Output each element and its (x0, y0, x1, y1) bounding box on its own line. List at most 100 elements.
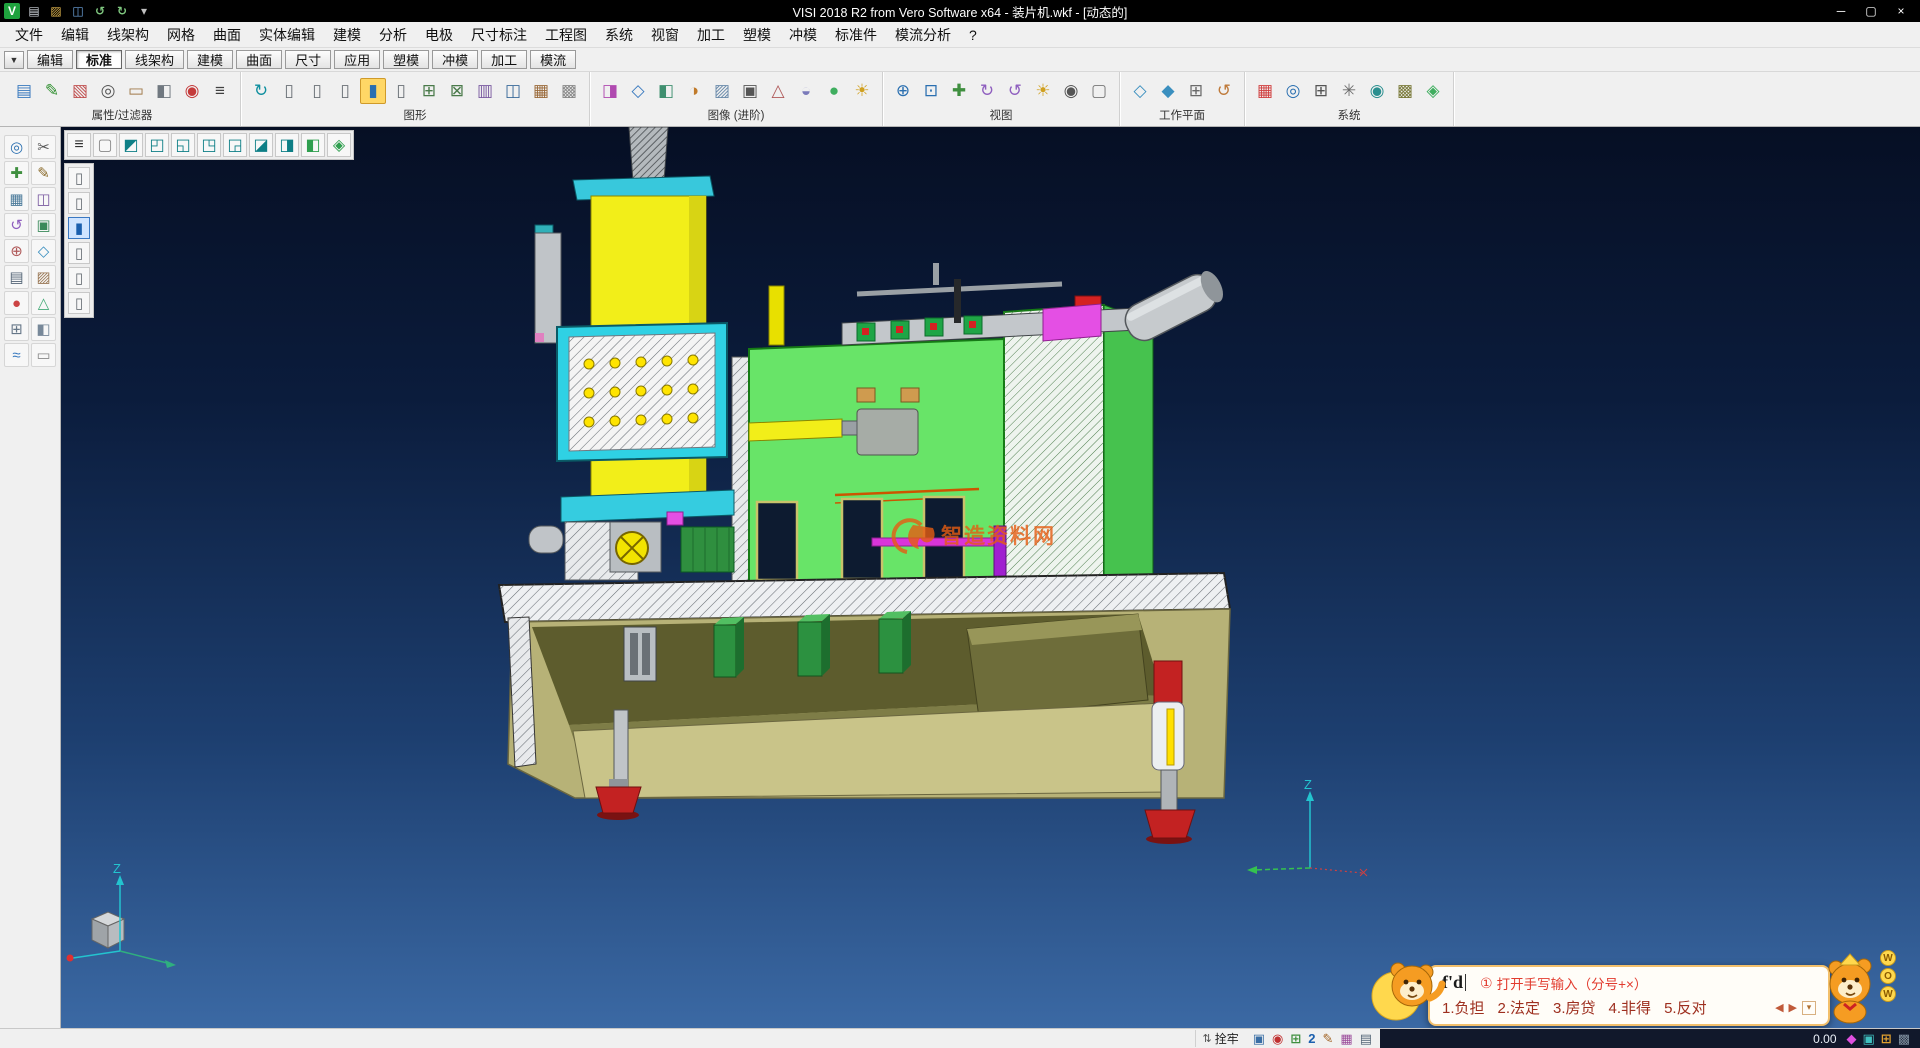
ime-candidate[interactable]: 5.反对 (1664, 997, 1707, 1018)
menu-item[interactable]: 视窗 (642, 22, 688, 48)
sidebar-add-icon[interactable]: ✚ (4, 161, 29, 185)
view-shaded-cube-icon[interactable]: ◈ (327, 133, 351, 157)
menu-item[interactable]: 分析 (370, 22, 416, 48)
toolbar-tab[interactable]: 模流 (530, 50, 576, 69)
isometric-icon[interactable]: ◈ (1420, 78, 1446, 104)
grid-box-icon[interactable]: ▦ (528, 78, 554, 104)
minimize-button[interactable]: ─ (1826, 1, 1856, 21)
shadow-icon[interactable]: ▣ (737, 78, 763, 104)
display-filter-icon[interactable]: ▯ (68, 192, 90, 214)
sidebar-compare-icon[interactable]: ◫ (31, 187, 56, 211)
sidebar-point-icon[interactable]: ● (4, 291, 29, 315)
layer-pillar-icon[interactable]: ▯ (304, 78, 330, 104)
display-filter-icon[interactable]: ▯ (68, 292, 90, 314)
snap-lock-toggle[interactable]: ⇅ 拴牢 (1195, 1030, 1244, 1047)
sidebar-trim-icon[interactable]: ✂ (31, 135, 56, 159)
calculator-icon[interactable]: ⊞ (1308, 78, 1334, 104)
toolbar-options-caret-icon[interactable]: ▼ (4, 51, 24, 69)
magenta-cube-icon[interactable]: ◆ (1847, 1032, 1857, 1045)
color-palette-icon[interactable]: ▦ (1252, 78, 1278, 104)
menu-item[interactable]: 编辑 (52, 22, 98, 48)
new-file-icon[interactable]: ▤ (26, 3, 42, 19)
menu-item[interactable]: 电极 (416, 22, 462, 48)
box-shaded-icon[interactable]: ⊠ (444, 78, 470, 104)
render-icon[interactable]: ◑ (681, 78, 707, 104)
grid-system-icon[interactable]: ▩ (1392, 78, 1418, 104)
ime-tip[interactable]: ① 打开手写输入（分号+×） (1480, 973, 1647, 993)
redraw-icon[interactable]: ↻ (248, 78, 274, 104)
view-front-icon[interactable]: ◱ (171, 133, 195, 157)
toolbar-tab[interactable]: 塑模 (383, 50, 429, 69)
menu-item[interactable]: 网格 (158, 22, 204, 48)
display-filter-icon[interactable]: ▯ (68, 267, 90, 289)
section-view-icon[interactable]: △ (765, 78, 791, 104)
menu-item[interactable]: 加工 (688, 22, 734, 48)
color-filter-icon[interactable]: ▧ (67, 78, 93, 104)
toolbar-tab[interactable]: 冲模 (432, 50, 478, 69)
menu-item[interactable]: 系统 (596, 22, 642, 48)
hidden-line-icon[interactable]: ◧ (653, 78, 679, 104)
view-right-icon[interactable]: ◳ (197, 133, 221, 157)
menu-item[interactable]: 工程图 (536, 22, 596, 48)
shade-mode-icon[interactable]: ◨ (597, 78, 623, 104)
workplane-rotate-icon[interactable]: ↺ (1211, 78, 1237, 104)
layer-pillar-icon[interactable]: ▯ (388, 78, 414, 104)
ime-candidate[interactable]: 1.负担 (1442, 997, 1485, 1018)
ime-candidate[interactable]: 4.非得 (1609, 997, 1652, 1018)
visi-logo[interactable]: V (4, 3, 20, 19)
menu-item[interactable]: 塑模 (734, 22, 780, 48)
sidebar-half-icon[interactable]: ◧ (31, 317, 56, 341)
sidebar-sketch-icon[interactable]: ✎ (31, 161, 56, 185)
sidebar-curves-icon[interactable]: ≈ (4, 343, 29, 367)
maximize-button[interactable]: ▢ (1856, 1, 1886, 21)
toolbar-tab[interactable]: 加工 (481, 50, 527, 69)
selection-filter-icon[interactable]: ◧ (151, 78, 177, 104)
workplane-align-icon[interactable]: ◆ (1155, 78, 1181, 104)
menu-item[interactable]: 线架构 (98, 22, 158, 48)
ime-candidate[interactable]: 3.房贷 (1553, 997, 1596, 1018)
attribute-pen-icon[interactable]: ✎ (39, 78, 65, 104)
paint-attributes-icon[interactable]: ◉ (179, 78, 205, 104)
record-status-icon[interactable]: ◉ (1272, 1032, 1283, 1045)
orange-box-icon[interactable]: ⊞ (1881, 1032, 1892, 1045)
view-blank-icon[interactable]: ▢ (93, 133, 117, 157)
menu-item[interactable]: 曲面 (204, 22, 250, 48)
menu-item[interactable]: 实体编辑 (250, 22, 324, 48)
rotate-view-icon[interactable]: ↻ (974, 78, 1000, 104)
eraser-icon[interactable]: ▭ (123, 78, 149, 104)
camera-icon[interactable]: ◉ (1058, 78, 1084, 104)
view-menu-icon[interactable]: ≡ (67, 133, 91, 157)
full-screen-icon[interactable]: ▢ (1086, 78, 1112, 104)
view-top-icon[interactable]: ◰ (145, 133, 169, 157)
view-bottom-icon[interactable]: ◨ (275, 133, 299, 157)
menu-item[interactable]: 文件 (6, 22, 52, 48)
sidebar-grid-icon[interactable]: ⊞ (4, 317, 29, 341)
menu-item[interactable]: 冲模 (780, 22, 826, 48)
sidebar-layers-icon[interactable]: ▤ (4, 265, 29, 289)
ghost-box-icon[interactable]: ▩ (556, 78, 582, 104)
zoom-fit-icon[interactable]: ⊕ (890, 78, 916, 104)
pencil-status-icon[interactable]: ✎ (1323, 1032, 1334, 1045)
previous-view-icon[interactable]: ↺ (1002, 78, 1028, 104)
settings-gear-icon[interactable]: ✳ (1336, 78, 1362, 104)
sidebar-hatch-icon[interactable]: ▨ (31, 265, 56, 289)
ime-candidate[interactable]: 2.法定 (1498, 997, 1541, 1018)
menu-item[interactable]: ? (960, 24, 986, 46)
layer-pillar-icon[interactable]: ▯ (276, 78, 302, 104)
view-back-icon[interactable]: ◪ (249, 133, 273, 157)
open-file-icon[interactable]: ▨ (48, 3, 64, 19)
toolbar-tab[interactable]: 标准 (76, 50, 122, 69)
sidebar-rect-icon[interactable]: ▭ (31, 343, 56, 367)
save-icon[interactable]: ◫ (70, 3, 86, 19)
grid-status-icon[interactable]: ⊞ (1290, 1032, 1301, 1045)
toolbar-tab[interactable]: 建模 (187, 50, 233, 69)
sidebar-select-icon[interactable]: ◎ (4, 135, 29, 159)
workplane-grid-icon[interactable]: ⊞ (1183, 78, 1209, 104)
ime-prev-icon[interactable]: ◀ (1775, 1001, 1783, 1014)
gray-panel-icon[interactable]: ▩ (1898, 1032, 1910, 1045)
texture-icon[interactable]: ▨ (709, 78, 735, 104)
sidebar-plane-icon[interactable]: ◇ (31, 239, 56, 263)
toolbar-tab[interactable]: 编辑 (27, 50, 73, 69)
sidebar-triangle-icon[interactable]: △ (31, 291, 56, 315)
toolbar-tab[interactable]: 应用 (334, 50, 380, 69)
